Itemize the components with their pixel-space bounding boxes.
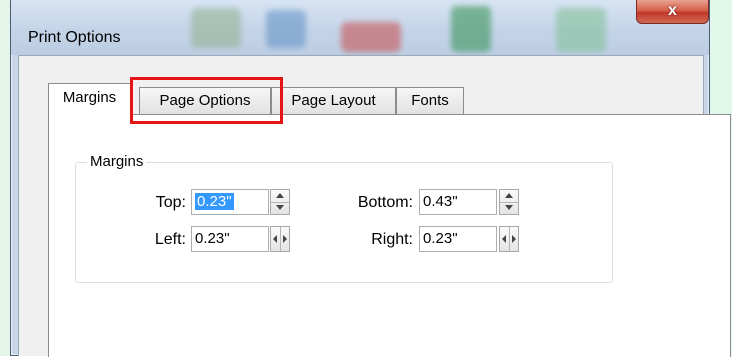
arrow-down-icon bbox=[276, 205, 284, 210]
highlight-box bbox=[130, 77, 283, 124]
right-spin-increase[interactable] bbox=[509, 227, 518, 251]
close-icon: x bbox=[668, 2, 677, 19]
background-blur-4 bbox=[451, 6, 491, 52]
top-spin-down[interactable] bbox=[271, 202, 289, 214]
arrow-right-icon bbox=[512, 235, 516, 243]
top-margin-value: 0.23" bbox=[195, 193, 234, 210]
top-margin-input[interactable]: 0.23" bbox=[191, 189, 269, 215]
tab-fonts[interactable]: Fonts bbox=[396, 87, 464, 115]
right-label: Right: bbox=[371, 231, 413, 248]
bottom-margin-input[interactable]: 0.43" bbox=[419, 189, 497, 215]
left-margin-spinner[interactable] bbox=[270, 226, 290, 252]
arrow-up-icon bbox=[276, 193, 284, 198]
tab-fonts-label: Fonts bbox=[411, 92, 449, 109]
background-blur-1 bbox=[191, 8, 241, 48]
title-bar[interactable]: Print Options x bbox=[11, 0, 709, 55]
margins-groupbox: Margins Top: 0.23" Bottom: 0.43" Left: 0… bbox=[75, 153, 613, 283]
arrow-left-icon bbox=[273, 235, 277, 243]
bottom-spin-down[interactable] bbox=[500, 202, 518, 214]
window-title: Print Options bbox=[28, 29, 121, 46]
background-left bbox=[0, 0, 10, 356]
left-margin-input[interactable]: 0.23" bbox=[191, 226, 269, 252]
left-margin-value: 0.23" bbox=[195, 230, 230, 247]
margins-group-label: Margins bbox=[87, 153, 147, 170]
arrow-right-icon bbox=[283, 235, 287, 243]
background-blur-5 bbox=[556, 8, 606, 52]
tab-page-layout-label: Page Layout bbox=[291, 92, 376, 109]
right-margin-input[interactable]: 0.23" bbox=[419, 226, 497, 252]
top-label: Top: bbox=[155, 194, 186, 211]
background-blur-3 bbox=[341, 22, 401, 52]
background-blur-2 bbox=[266, 10, 306, 48]
bottom-margin-spinner[interactable] bbox=[499, 189, 519, 215]
left-label: Left: bbox=[154, 231, 186, 248]
close-button[interactable]: x bbox=[636, 0, 709, 24]
margins-tab-panel: Margins Top: 0.23" Bottom: 0.43" Left: 0… bbox=[48, 114, 731, 357]
print-options-dialog: Print Options x Margins Page Options Pag… bbox=[10, 0, 731, 357]
dialog-body: Margins Page Options Page Layout Fonts M… bbox=[18, 55, 731, 357]
tab-margins-label: Margins bbox=[62, 89, 117, 106]
tab-page-layout[interactable]: Page Layout bbox=[271, 87, 396, 115]
right-margin-spinner[interactable] bbox=[499, 226, 519, 252]
bottom-margin-value: 0.43" bbox=[423, 193, 458, 210]
left-spin-increase[interactable] bbox=[280, 227, 289, 251]
arrow-down-icon bbox=[505, 205, 513, 210]
tab-margins[interactable]: Margins bbox=[48, 83, 131, 115]
arrow-left-icon bbox=[502, 235, 506, 243]
bottom-label: Bottom: bbox=[357, 194, 413, 211]
right-margin-value: 0.23" bbox=[423, 230, 458, 247]
arrow-up-icon bbox=[505, 193, 513, 198]
top-margin-spinner[interactable] bbox=[270, 189, 290, 215]
